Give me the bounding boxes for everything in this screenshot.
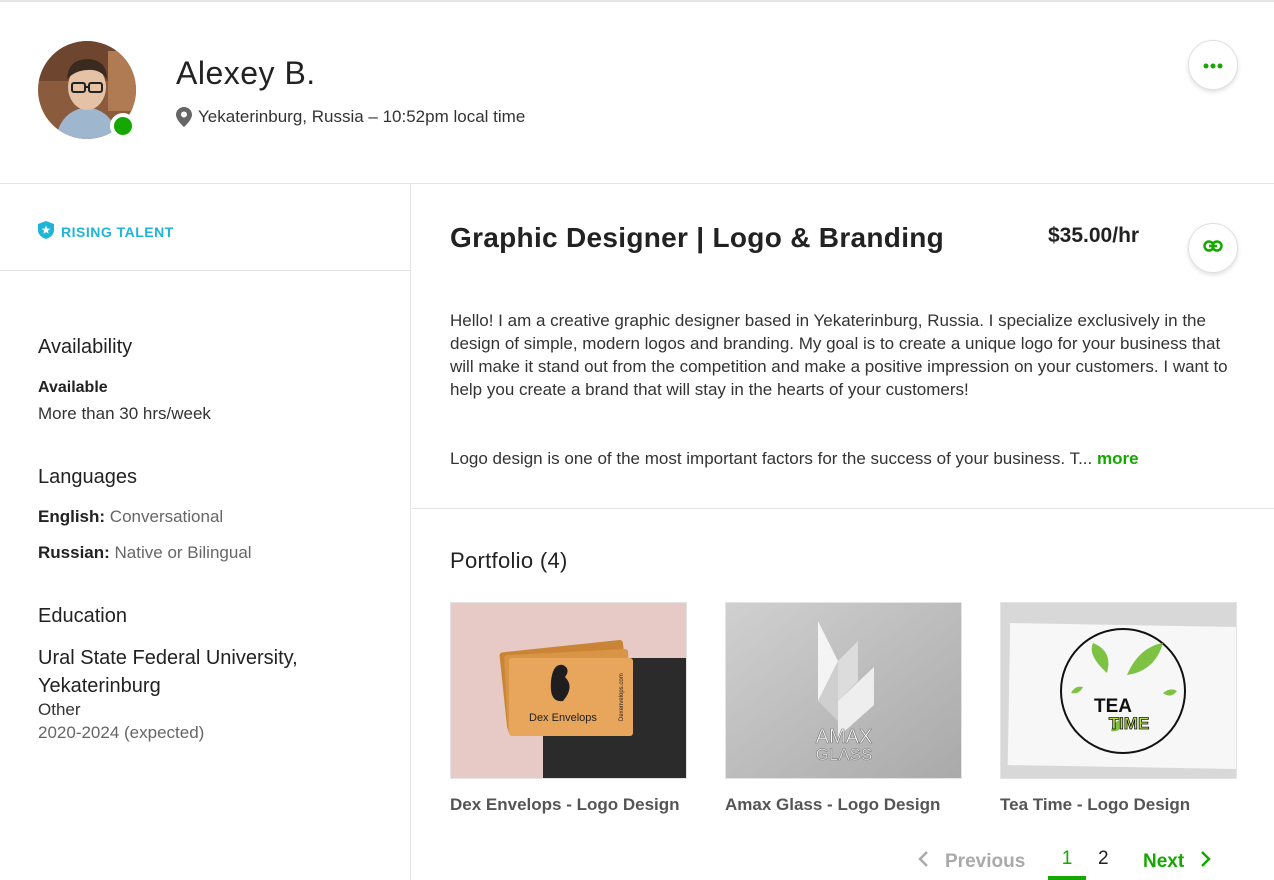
rising-talent-badge: RISING TALENT bbox=[38, 221, 174, 242]
portfolio-card-title[interactable]: Amax Glass - Logo Design bbox=[725, 795, 962, 815]
pagination: Previous 1 2 Next bbox=[412, 844, 1274, 880]
chevron-left-icon bbox=[917, 850, 945, 874]
job-title: Graphic Designer | Logo & Branding bbox=[450, 222, 945, 253]
link-icon bbox=[1203, 239, 1223, 257]
language-item: English: Conversational bbox=[38, 507, 223, 527]
location-text: Yekaterinburg, Russia – 10:52pm local ti… bbox=[198, 107, 526, 126]
portfolio-card[interactable]: AMAX GLASS Amax Glass - Logo Design bbox=[725, 602, 962, 815]
bio-truncated-text: Logo design is one of the most important… bbox=[450, 449, 1093, 468]
hourly-rate: $35.00/hr bbox=[1048, 224, 1140, 247]
portfolio-thumbnail[interactable]: TEA TIME bbox=[1000, 602, 1237, 779]
portfolio-thumbnail[interactable]: Dex Envelops Dexenvelops.com bbox=[450, 602, 687, 779]
portfolio-card-title[interactable]: Tea Time - Logo Design bbox=[1000, 795, 1237, 815]
online-status-dot bbox=[110, 113, 136, 139]
thumb-brand-text: Dex Envelops bbox=[529, 712, 597, 724]
chevron-right-icon bbox=[1184, 850, 1212, 874]
more-options-button[interactable] bbox=[1188, 40, 1238, 90]
portfolio-heading: Portfolio (4) bbox=[450, 548, 568, 573]
rising-talent-shield-icon bbox=[38, 221, 61, 242]
main-divider bbox=[412, 508, 1274, 509]
profile-name: Alexey B. bbox=[176, 55, 316, 91]
thumb-line2-text: GLASS bbox=[816, 745, 873, 764]
thumb-line2-text: TIME bbox=[1109, 714, 1150, 733]
portfolio-card-title[interactable]: Dex Envelops - Logo Design bbox=[450, 795, 687, 815]
page-2-button[interactable]: 2 bbox=[1098, 848, 1109, 870]
availability-hours: More than 30 hrs/week bbox=[38, 404, 211, 423]
profile-location: Yekaterinburg, Russia – 10:52pm local ti… bbox=[176, 107, 525, 127]
portfolio-card[interactable]: Dex Envelops Dexenvelops.com Dex Envelop… bbox=[450, 602, 687, 815]
bio-more-link[interactable]: more bbox=[1097, 449, 1139, 468]
portfolio-card[interactable]: TEA TIME Tea Time - Logo Design bbox=[1000, 602, 1237, 815]
avatar-wrap bbox=[38, 41, 136, 139]
language-level: Native or Bilingual bbox=[114, 543, 252, 562]
education-heading: Education bbox=[38, 605, 127, 627]
previous-page-button[interactable]: Previous bbox=[917, 850, 1025, 874]
availability-status: Available bbox=[38, 379, 108, 396]
page-1-button[interactable]: 1 bbox=[1048, 848, 1086, 870]
portfolio-thumbnail[interactable]: AMAX GLASS bbox=[725, 602, 962, 779]
education-degree: Other bbox=[38, 700, 81, 719]
copy-link-button[interactable] bbox=[1188, 223, 1238, 273]
next-page-button[interactable]: Next bbox=[1143, 850, 1212, 874]
language-name: English: bbox=[38, 507, 106, 526]
bio-paragraph-truncated: Logo design is one of the most important… bbox=[450, 447, 1250, 470]
language-item: Russian: Native or Bilingual bbox=[38, 543, 252, 563]
profile-header: Alexey B. Yekaterinburg, Russia – 10:52p… bbox=[0, 2, 1274, 184]
education-years: 2020-2024 (expected) bbox=[38, 723, 205, 742]
sidebar-divider bbox=[0, 270, 411, 271]
next-page-label: Next bbox=[1143, 851, 1185, 872]
previous-page-label: Previous bbox=[945, 851, 1026, 872]
more-dots-icon bbox=[1203, 56, 1223, 74]
sidebar: RISING TALENT Availability Available Mor… bbox=[0, 184, 411, 880]
main-content: Graphic Designer | Logo & Branding $35.0… bbox=[412, 184, 1274, 880]
education-school: Ural State Federal University, Yekaterin… bbox=[38, 647, 298, 697]
thumb-url-text: Dexenvelops.com bbox=[619, 673, 625, 721]
rising-talent-label: RISING TALENT bbox=[61, 223, 174, 240]
location-pin-icon bbox=[176, 107, 192, 127]
current-page-indicator bbox=[1048, 876, 1086, 880]
languages-heading: Languages bbox=[38, 466, 137, 488]
language-level: Conversational bbox=[109, 507, 224, 526]
availability-heading: Availability bbox=[38, 336, 133, 358]
bio-paragraph: Hello! I am a creative graphic designer … bbox=[450, 311, 1228, 399]
language-name: Russian: bbox=[38, 543, 110, 562]
